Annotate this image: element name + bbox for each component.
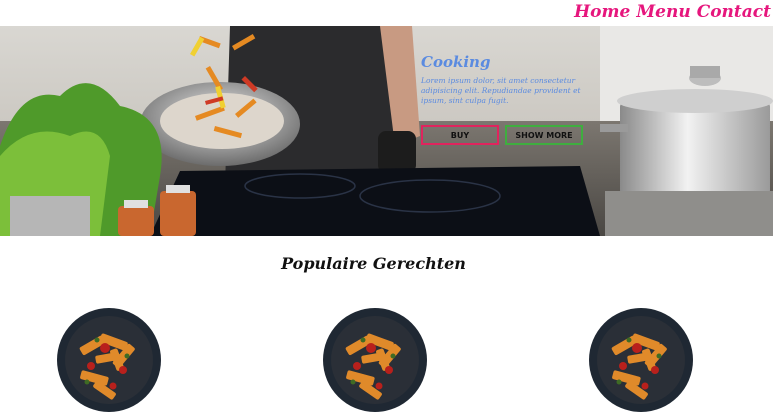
dish-card-2[interactable] — [323, 308, 427, 412]
nav-link-contact[interactable]: Contact — [697, 1, 771, 23]
top-navbar: Home Menu Contact — [0, 0, 773, 26]
show-more-button[interactable]: SHOW MORE — [505, 125, 583, 145]
pasta-dish-image — [589, 308, 693, 412]
section-title: Populaire Gerechten — [281, 254, 466, 273]
pasta-dish-image — [57, 308, 161, 412]
hero-text-block: Cooking Lorem ipsum dolor, sit amet cons… — [421, 52, 591, 106]
pasta-dish-image — [323, 308, 427, 412]
nav-link-home[interactable]: Home — [574, 1, 630, 23]
hero-title: Cooking — [421, 53, 491, 71]
kitchen-background-image — [0, 26, 773, 236]
hero-description: Lorem ipsum dolor, sit amet consectetur … — [421, 76, 581, 105]
dish-card-3[interactable] — [589, 308, 693, 412]
nav-links: Home Menu Contact — [574, 1, 771, 23]
nav-link-menu[interactable]: Menu — [636, 1, 690, 23]
hero-banner: Cooking Lorem ipsum dolor, sit amet cons… — [0, 26, 773, 236]
dish-card-1[interactable] — [57, 308, 161, 412]
buy-button[interactable]: BUY — [421, 125, 499, 145]
